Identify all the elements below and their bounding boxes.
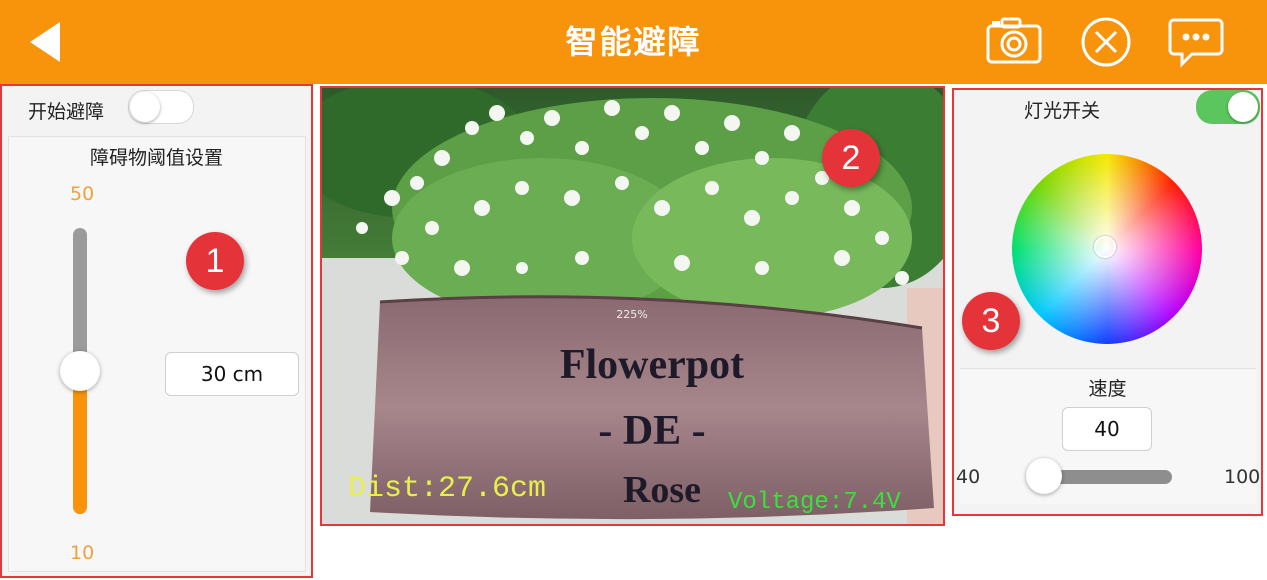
threshold-title: 障碍物阈值设置 (89, 147, 223, 169)
marker-3: 3 (962, 292, 1020, 350)
top-bar: 智能避障 (0, 0, 1267, 84)
close-circle-icon[interactable] (1076, 14, 1136, 70)
pot-text-line1: Flowerpot (560, 342, 744, 388)
start-avoid-label: 开始避障 (28, 101, 105, 123)
marker-2: 2 (822, 129, 880, 187)
light-switch-label: 灯光开关 (1024, 100, 1101, 122)
speed-input[interactable] (1062, 407, 1152, 451)
chat-icon[interactable] (1166, 14, 1226, 70)
toggle-knob (1228, 92, 1258, 122)
threshold-slider-thumb[interactable] (60, 351, 100, 391)
slider-min-label: 10 (70, 542, 95, 564)
threshold-slider-fill (73, 371, 87, 514)
zoom-indicator: 225% (616, 308, 647, 321)
camera-icon[interactable] (984, 14, 1044, 70)
start-avoid-toggle[interactable] (128, 90, 194, 124)
speed-title: 速度 (1088, 378, 1127, 400)
distance-threshold-input[interactable] (165, 352, 299, 396)
speed-slider-thumb[interactable] (1026, 458, 1062, 494)
distance-readout: Dist:27.6cm (348, 472, 546, 506)
speed-min-label: 40 (956, 466, 981, 488)
toggle-knob (130, 92, 160, 122)
voltage-readout: Voltage:7.4V (728, 489, 901, 516)
pot-text-line2: - DE - (598, 408, 705, 454)
marker-1: 1 (186, 232, 244, 290)
light-switch-toggle[interactable] (1196, 90, 1260, 124)
color-wheel-cursor[interactable] (1094, 236, 1116, 258)
pot-text-line3: Rose (623, 469, 701, 511)
slider-max-label: 50 (70, 183, 95, 205)
speed-max-label: 100 (1224, 466, 1261, 488)
